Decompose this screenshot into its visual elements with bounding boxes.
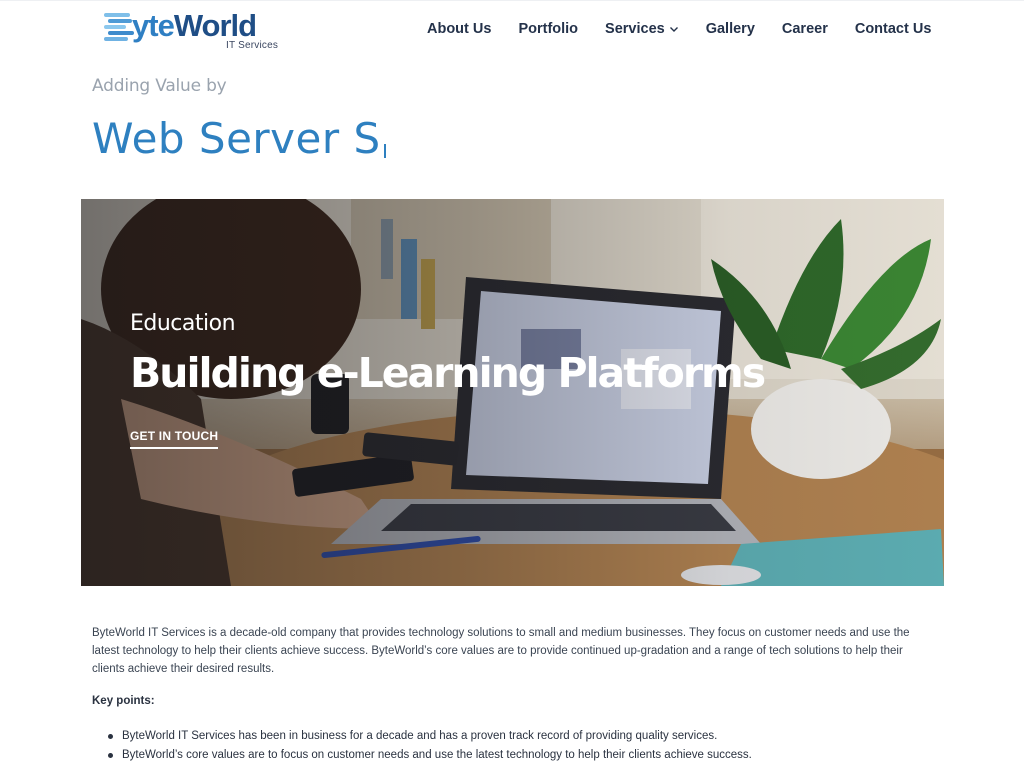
- nav-gallery[interactable]: Gallery: [706, 21, 755, 37]
- banner-title: Building e-Learning Platforms: [130, 349, 766, 397]
- chevron-down-icon: [669, 27, 678, 32]
- hero-banner: Education Building e-Learning Platforms …: [81, 199, 944, 586]
- typing-cursor: [383, 144, 386, 158]
- list-item: ByteWorld IT Services has been in busine…: [108, 727, 962, 746]
- nav-about-us[interactable]: About Us: [427, 21, 491, 37]
- nav-contact-us[interactable]: Contact Us: [855, 21, 932, 37]
- nav-contact-us-label: Contact Us: [854, 21, 932, 37]
- header-divider: [0, 0, 1024, 1]
- hero-eyebrow: Adding Value by: [92, 76, 227, 96]
- nav-portfolio-label: Portfolio: [518, 21, 579, 37]
- main-nav: About Us Portfolio Services Gallery Care…: [427, 19, 931, 39]
- nav-services-label: Services: [605, 21, 665, 37]
- nav-career[interactable]: Career: [782, 21, 828, 37]
- nav-about-us-label: About Us: [427, 21, 492, 37]
- hero-typed-heading: Web Server S: [92, 114, 386, 164]
- key-points-heading: Key points:: [92, 695, 155, 707]
- nav-portfolio[interactable]: Portfolio: [518, 21, 578, 37]
- site-header: yteWorld IT Services About Us Portfolio …: [0, 0, 1024, 60]
- key-points-list: ByteWorld IT Services has been in busine…: [108, 727, 962, 765]
- banner-eyebrow: Education: [130, 311, 236, 336]
- logo-subtitle: IT Services: [226, 40, 279, 51]
- logo-wordmark-part2: World: [173, 8, 257, 43]
- nav-career-label: Career: [781, 21, 828, 37]
- intro-paragraph: ByteWorld IT Services is a decade-old co…: [92, 627, 910, 676]
- get-in-touch-button[interactable]: GET IN TOUCH: [130, 429, 219, 449]
- site-logo[interactable]: yteWorld IT Services: [102, 6, 282, 52]
- list-item: ByteWorld’s core values are to focus on …: [108, 746, 962, 765]
- nav-gallery-label: Gallery: [705, 21, 755, 37]
- logo-wordmark-part1: yte: [132, 8, 175, 43]
- nav-services[interactable]: Services: [605, 21, 679, 37]
- hero-typed-text: Web Server S: [92, 114, 381, 163]
